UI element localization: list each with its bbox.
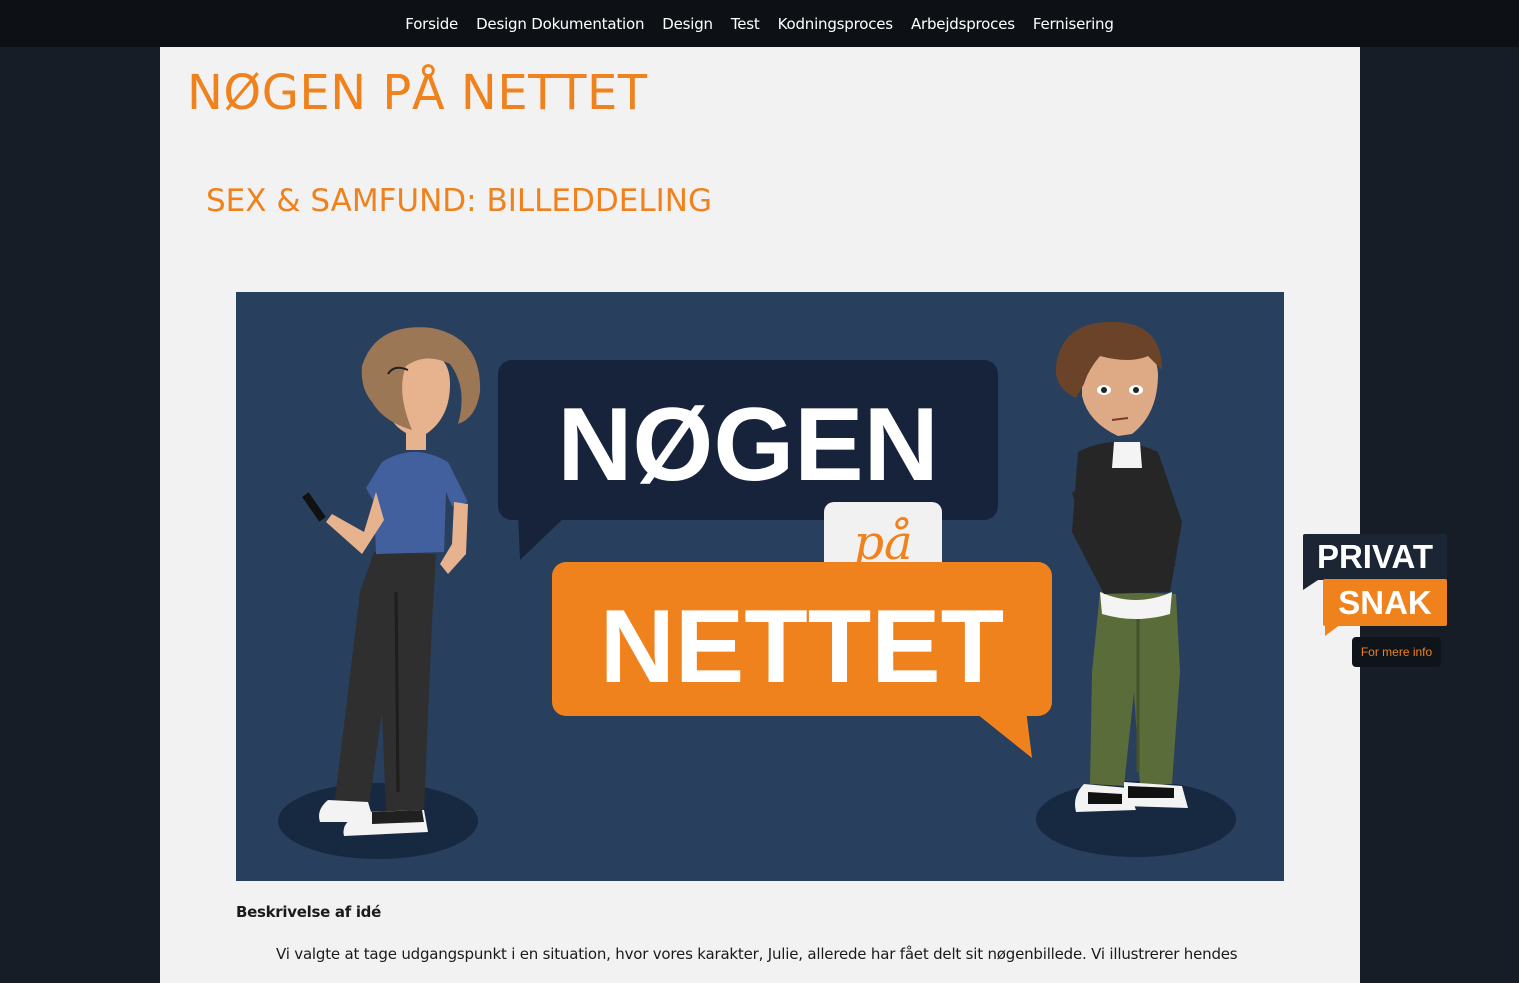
hero-logo: NØGEN på NETTET <box>498 360 1052 758</box>
nav-list: Forside Design Dokumentation Design Test… <box>0 0 1519 49</box>
widget-bubble-tail-dark <box>1303 578 1321 590</box>
widget-bubble-tail-orange <box>1325 624 1341 636</box>
nav-item-design[interactable]: Design <box>662 15 713 33</box>
widget-snak-label: SNAK <box>1323 579 1447 626</box>
top-navigation: Forside Design Dokumentation Design Test… <box>0 0 1519 47</box>
logo-word-nogen: NØGEN <box>557 387 938 503</box>
nav-item-kodningsproces[interactable]: Kodningsproces <box>778 15 894 33</box>
nav-item-forside[interactable]: Forside <box>405 15 458 33</box>
girl-character-illustration <box>302 327 481 836</box>
page-content: NØGEN PÅ NETTET SEX & SAMFUND: BILLEDDEL… <box>160 47 1360 983</box>
more-info-button[interactable]: For mere info <box>1352 637 1441 667</box>
logo-word-nettet: NETTET <box>600 589 1004 705</box>
description-heading: Beskrivelse af idé <box>236 903 381 921</box>
description-text: Vi valgte at tage udgangspunkt i en situ… <box>276 945 1238 963</box>
section-title: SEX & SAMFUND: BILLEDDELING <box>206 183 712 219</box>
boy-character-illustration <box>1055 321 1188 812</box>
nav-item-arbejdsproces[interactable]: Arbejdsproces <box>911 15 1015 33</box>
privat-snak-widget[interactable]: PRIVAT SNAK For mere info <box>1303 534 1449 668</box>
nav-item-design-dokumentation[interactable]: Design Dokumentation <box>476 15 644 33</box>
site-title: NØGEN PÅ NETTET <box>187 65 648 121</box>
hero-illustration: NØGEN på NETTET <box>236 292 1284 881</box>
nav-item-test[interactable]: Test <box>731 15 760 33</box>
nav-item-fernisering[interactable]: Fernisering <box>1033 15 1114 33</box>
widget-privat-label: PRIVAT <box>1303 534 1447 580</box>
